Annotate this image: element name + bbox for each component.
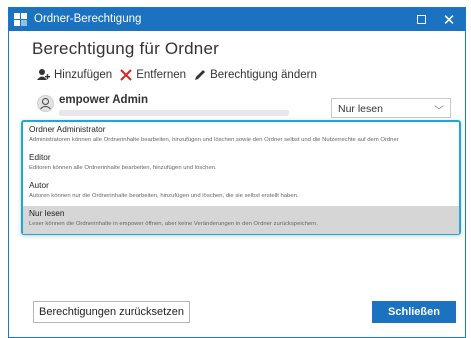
- option-description: Autoren können nur die Ordnerinhalte bea…: [29, 193, 299, 199]
- close-window-button[interactable]: ✕: [435, 8, 463, 31]
- window-title: Ordner-Berechtigung: [34, 13, 142, 25]
- add-label: Hinzufügen: [54, 68, 113, 81]
- change-permission-label: Berechtigung ändern: [210, 68, 317, 81]
- close-icon: ✕: [442, 11, 456, 29]
- page-title: Berechtigung für Ordner: [32, 39, 219, 58]
- maximize-button[interactable]: [407, 8, 435, 31]
- change-permission-button[interactable]: Berechtigung ändern: [194, 69, 317, 81]
- dropdown-option-author[interactable]: Autor Autoren können nur die Ordnerinhal…: [23, 178, 459, 206]
- remove-x-icon: [120, 68, 132, 81]
- dropdown-option-read-only[interactable]: Nur lesen Leser können die Ordnerinhalte…: [23, 206, 459, 234]
- role-select-value: Nur lesen: [338, 103, 383, 115]
- maximize-icon: [416, 15, 426, 24]
- title-bar: Ordner-Berechtigung ✕: [9, 8, 465, 31]
- remove-button[interactable]: Entfernen: [120, 69, 186, 81]
- user-subtitle-placeholder: [59, 110, 289, 116]
- add-button[interactable]: Hinzufügen: [36, 68, 112, 81]
- option-name: Autor: [29, 180, 49, 190]
- option-name: Nur lesen: [29, 208, 65, 218]
- dropdown-option-folder-admin[interactable]: Ordner Administrator Administratoren kön…: [23, 122, 459, 150]
- chevron-down-icon: ﹀: [434, 106, 444, 117]
- option-name: Ordner Administrator: [29, 124, 106, 134]
- dropdown-option-editor[interactable]: Editor Editoren können alle Ordnerinhalt…: [23, 150, 459, 178]
- toolbar: Hinzufügen Entfernen Berechtigung ändern: [36, 68, 325, 81]
- user-permission-row[interactable]: empower Admin Nur lesen ﹀: [31, 92, 455, 120]
- close-button[interactable]: Schließen: [372, 301, 456, 323]
- option-description: Leser können die Ordnerinhalte in empowe…: [29, 221, 319, 227]
- option-name: Editor: [29, 152, 51, 162]
- option-description: Editoren können alle Ordnerinhalte bearb…: [29, 165, 217, 171]
- dialog-footer: Berechtigungen zurücksetzen Schließen: [9, 301, 465, 323]
- permission-dialog: Ordner-Berechtigung ✕ Berechtigung für O…: [8, 7, 466, 338]
- add-user-icon: [37, 69, 50, 80]
- role-select[interactable]: Nur lesen ﹀: [331, 98, 451, 118]
- pencil-icon: [195, 69, 206, 80]
- remove-label: Entfernen: [136, 68, 187, 81]
- role-dropdown-list: Ordner Administrator Administratoren kön…: [21, 120, 461, 235]
- reset-permissions-button[interactable]: Berechtigungen zurücksetzen: [33, 301, 190, 323]
- avatar: [37, 95, 54, 112]
- app-icon: [14, 13, 28, 26]
- option-description: Administratoren können alle Ordnerinhalt…: [29, 137, 399, 143]
- user-name: empower Admin: [59, 94, 149, 106]
